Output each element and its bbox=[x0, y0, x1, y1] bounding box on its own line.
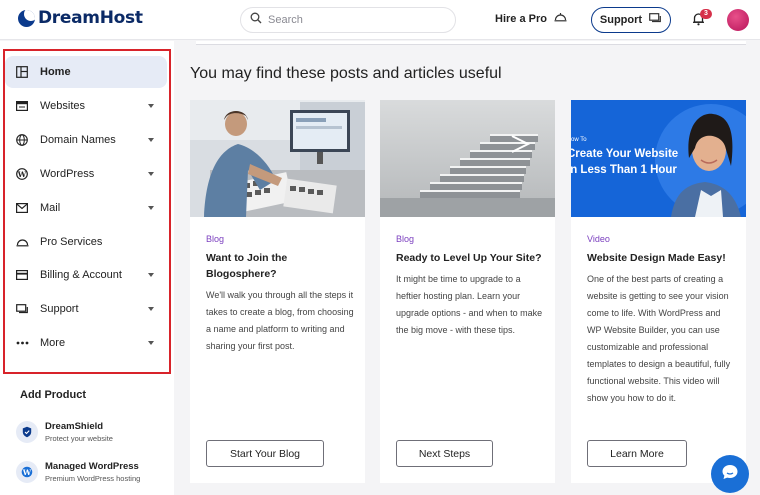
card-description: We'll walk you through all the steps it … bbox=[206, 290, 354, 351]
section-title: You may find these posts and articles us… bbox=[190, 65, 502, 82]
video-caption-line-2: in Less Than 1 Hour bbox=[571, 164, 677, 176]
chat-bubble-icon bbox=[721, 463, 739, 486]
sidebar-item-label: Support bbox=[40, 303, 79, 315]
search-box[interactable] bbox=[240, 7, 456, 33]
product-description: Premium WordPress hosting bbox=[45, 474, 141, 483]
previous-card-edge bbox=[196, 41, 746, 45]
sidebar-item-wordpress[interactable]: W WordPress bbox=[5, 158, 167, 190]
product-name: DreamShield bbox=[45, 421, 104, 432]
card-description: One of the best parts of creating a webs… bbox=[587, 274, 731, 403]
svg-text:W: W bbox=[17, 170, 27, 179]
websites-icon bbox=[15, 101, 29, 111]
chat-icon bbox=[15, 303, 29, 315]
product-description: Protect your website bbox=[45, 434, 113, 443]
sidebar-item-domain-names[interactable]: Domain Names bbox=[5, 124, 167, 156]
sidebar-item-websites[interactable]: Websites bbox=[5, 90, 167, 122]
chevron-down-icon bbox=[148, 273, 154, 277]
more-icon bbox=[15, 341, 29, 345]
service-bell-icon bbox=[15, 237, 29, 247]
hire-a-pro-link[interactable]: Hire a Pro bbox=[495, 12, 567, 25]
sidebar-item-label: Mail bbox=[40, 202, 61, 214]
card-category: Video bbox=[587, 234, 610, 244]
chevron-down-icon bbox=[148, 172, 154, 176]
card-title[interactable]: Ready to Level Up Your Site? bbox=[396, 250, 546, 266]
article-card-website-design: ow To Create Your Website in Less Than 1… bbox=[571, 100, 746, 483]
learn-more-button[interactable]: Learn More bbox=[587, 440, 687, 467]
sidebar-item-label: WordPress bbox=[40, 168, 95, 180]
card-description: It might be time to upgrade to a heftier… bbox=[396, 274, 543, 335]
support-button[interactable]: Support bbox=[591, 7, 671, 33]
chat-icon bbox=[649, 13, 662, 27]
dreamhost-logo-icon bbox=[18, 9, 35, 27]
stairs-photo[interactable] bbox=[380, 100, 555, 217]
sidebar-item-label: Billing & Account bbox=[40, 269, 122, 281]
sidebar: Home Websites Domain Names W WordPress M… bbox=[0, 41, 174, 495]
svg-text:W: W bbox=[22, 468, 32, 477]
article-card-blogosphere: Blog Want to Join the Blogosphere? We'll… bbox=[190, 100, 365, 483]
dreamhost-logo[interactable]: DreamHost bbox=[18, 8, 143, 28]
brand-name: DreamHost bbox=[38, 8, 143, 28]
live-chat-button[interactable] bbox=[711, 455, 749, 493]
card-category: Blog bbox=[396, 234, 415, 244]
chevron-down-icon bbox=[148, 138, 154, 142]
chevron-down-icon bbox=[148, 104, 154, 108]
video-thumbnail[interactable]: ow To Create Your Website in Less Than 1… bbox=[571, 100, 746, 217]
product-dreamshield[interactable]: DreamShield Protect your website bbox=[16, 421, 113, 443]
sidebar-item-label: More bbox=[40, 337, 66, 349]
sidebar-item-mail[interactable]: Mail bbox=[5, 192, 167, 224]
article-card-level-up: Blog Ready to Level Up Your Site? It mig… bbox=[380, 100, 555, 483]
globe-icon bbox=[15, 134, 29, 146]
video-caption-line-1: Create Your Website bbox=[571, 148, 679, 160]
sidebar-item-support[interactable]: Support bbox=[5, 293, 167, 325]
sidebar-item-billing-account[interactable]: Billing & Account bbox=[5, 259, 167, 291]
blogger-photo[interactable] bbox=[190, 100, 365, 217]
shield-icon bbox=[16, 421, 38, 443]
card-title[interactable]: Want to Join the Blogosphere? bbox=[206, 250, 356, 282]
product-managed-wordpress[interactable]: W Managed WordPress Premium WordPress ho… bbox=[16, 461, 140, 483]
support-button-label: Support bbox=[599, 14, 643, 26]
search-input[interactable] bbox=[268, 14, 438, 26]
chevron-down-icon bbox=[148, 206, 154, 210]
sidebar-item-home[interactable]: Home bbox=[5, 56, 167, 88]
product-name: Managed WordPress bbox=[45, 461, 139, 472]
sidebar-item-pro-services[interactable]: Pro Services bbox=[5, 226, 167, 258]
sidebar-item-label: Domain Names bbox=[40, 134, 116, 146]
service-bell-icon bbox=[554, 12, 567, 25]
search-icon bbox=[250, 11, 262, 29]
video-caption-top: ow To bbox=[571, 137, 587, 143]
add-product-title: Add Product bbox=[20, 389, 86, 401]
sidebar-item-label: Websites bbox=[40, 100, 86, 112]
wordpress-icon: W bbox=[16, 461, 38, 483]
chevron-down-icon bbox=[148, 341, 154, 345]
home-icon bbox=[15, 66, 29, 78]
sidebar-item-more[interactable]: More bbox=[5, 327, 167, 359]
mail-icon bbox=[15, 203, 29, 213]
card-title[interactable]: Website Design Made Easy! bbox=[587, 250, 737, 266]
next-steps-button[interactable]: Next Steps bbox=[396, 440, 493, 467]
hire-a-pro-label: Hire a Pro bbox=[495, 12, 547, 25]
start-your-blog-button[interactable]: Start Your Blog bbox=[206, 440, 324, 467]
card-category: Blog bbox=[206, 234, 225, 244]
sidebar-item-label: Pro Services bbox=[40, 236, 103, 248]
sidebar-item-label: Home bbox=[40, 66, 71, 78]
credit-card-icon bbox=[15, 270, 29, 280]
wordpress-icon: W bbox=[15, 168, 29, 180]
top-header: DreamHost Hire a Pro Support 3 bbox=[0, 0, 760, 40]
notification-count-badge: 3 bbox=[700, 9, 712, 19]
chevron-down-icon bbox=[148, 307, 154, 311]
user-avatar[interactable] bbox=[727, 9, 749, 31]
